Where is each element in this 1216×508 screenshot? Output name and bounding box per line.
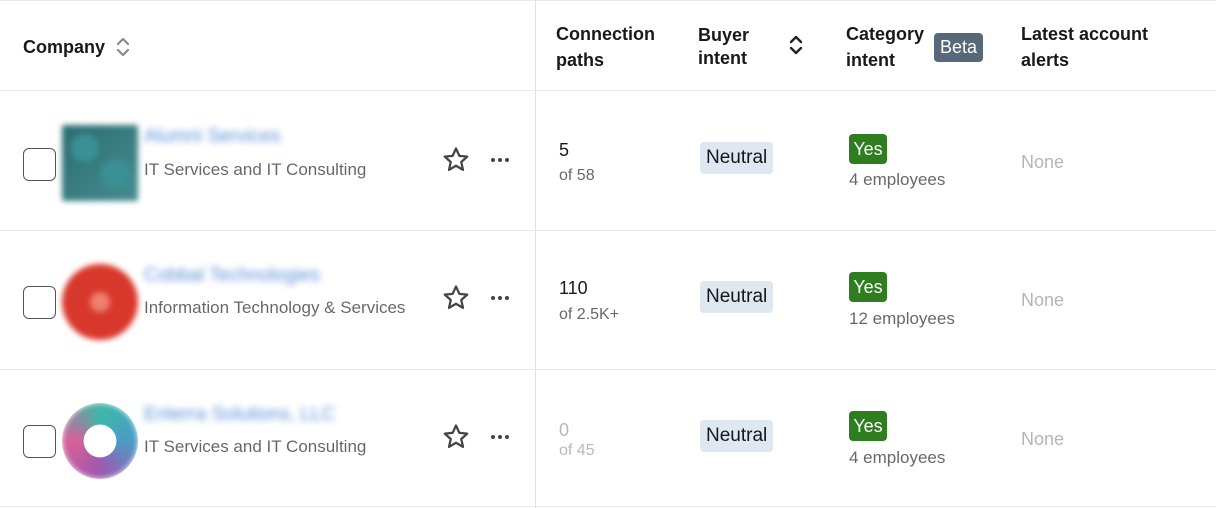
row-checkbox[interactable] xyxy=(23,148,56,181)
star-icon xyxy=(443,424,469,448)
category-intent-badge: Yes xyxy=(849,411,887,441)
save-star-button[interactable] xyxy=(440,421,472,453)
table-row: Cobbal Technologies Information Technolo… xyxy=(0,231,1216,370)
company-name-link[interactable]: Cobbal Technologies xyxy=(144,265,320,287)
column-header-category-intent: Category intent xyxy=(846,24,925,70)
company-logo[interactable] xyxy=(62,264,138,340)
category-intent-badge: Yes xyxy=(849,134,887,164)
save-star-button[interactable] xyxy=(440,282,472,314)
table-row: Alumni Services IT Services and IT Consu… xyxy=(0,92,1216,231)
company-logo[interactable] xyxy=(62,125,138,201)
column-header-connection-paths: Connection paths xyxy=(556,24,655,70)
company-industry: IT Services and IT Consulting xyxy=(144,437,367,456)
company-industry: Information Technology & Services xyxy=(144,298,406,317)
table-header: Company Connection paths Buyer intent Ca… xyxy=(0,1,1216,91)
save-star-button[interactable] xyxy=(440,144,472,176)
connection-paths-total: of 58 xyxy=(559,167,595,184)
company-industry: IT Services and IT Consulting xyxy=(144,160,367,179)
star-icon xyxy=(443,147,469,171)
table-row: Enterra Solutions, LLC IT Services and I… xyxy=(0,370,1216,506)
connection-paths-count: 0 xyxy=(559,420,570,440)
column-header-company-label: Company xyxy=(23,37,106,57)
buyer-intent-badge: Neutral xyxy=(700,142,774,174)
star-icon xyxy=(443,285,469,309)
more-icon xyxy=(491,158,509,162)
connection-paths-total: of 45 xyxy=(559,442,595,459)
sort-icon[interactable] xyxy=(115,35,131,59)
company-name-link[interactable]: Alumni Services xyxy=(144,126,280,148)
sort-icon[interactable] xyxy=(788,33,804,57)
more-options-button[interactable] xyxy=(486,423,514,451)
category-intent-employees[interactable]: 12 employees xyxy=(849,309,955,329)
company-name-link[interactable]: Enterra Solutions, LLC xyxy=(144,404,335,426)
category-intent-badge: Yes xyxy=(849,272,887,302)
row-checkbox[interactable] xyxy=(23,425,56,458)
category-intent-employees[interactable]: 4 employees xyxy=(849,170,945,190)
more-options-button[interactable] xyxy=(486,284,514,312)
column-header-buyer-intent[interactable]: Buyer intent xyxy=(698,24,768,70)
buyer-intent-badge: Neutral xyxy=(700,420,774,452)
buyer-intent-badge: Neutral xyxy=(700,281,774,313)
row-checkbox[interactable] xyxy=(23,286,56,319)
divider xyxy=(0,506,1216,507)
connection-paths-count[interactable]: 110 xyxy=(559,278,588,299)
more-options-button[interactable] xyxy=(486,146,514,174)
beta-badge: Beta xyxy=(934,33,983,62)
column-header-company[interactable]: Company xyxy=(23,34,131,60)
category-intent-employees[interactable]: 4 employees xyxy=(849,448,945,468)
latest-alerts-value: None xyxy=(1021,429,1065,449)
accounts-table: Company Connection paths Buyer intent Ca… xyxy=(0,0,1216,508)
more-icon xyxy=(491,435,509,439)
latest-alerts-value: None xyxy=(1021,152,1065,172)
column-header-latest-alerts: Latest account alerts xyxy=(1021,24,1149,70)
latest-alerts-value: None xyxy=(1021,290,1065,310)
connection-paths-total: of 2.5K+ xyxy=(559,306,620,323)
company-logo[interactable] xyxy=(62,403,138,479)
more-icon xyxy=(491,296,509,300)
connection-paths-count[interactable]: 5 xyxy=(559,140,569,161)
